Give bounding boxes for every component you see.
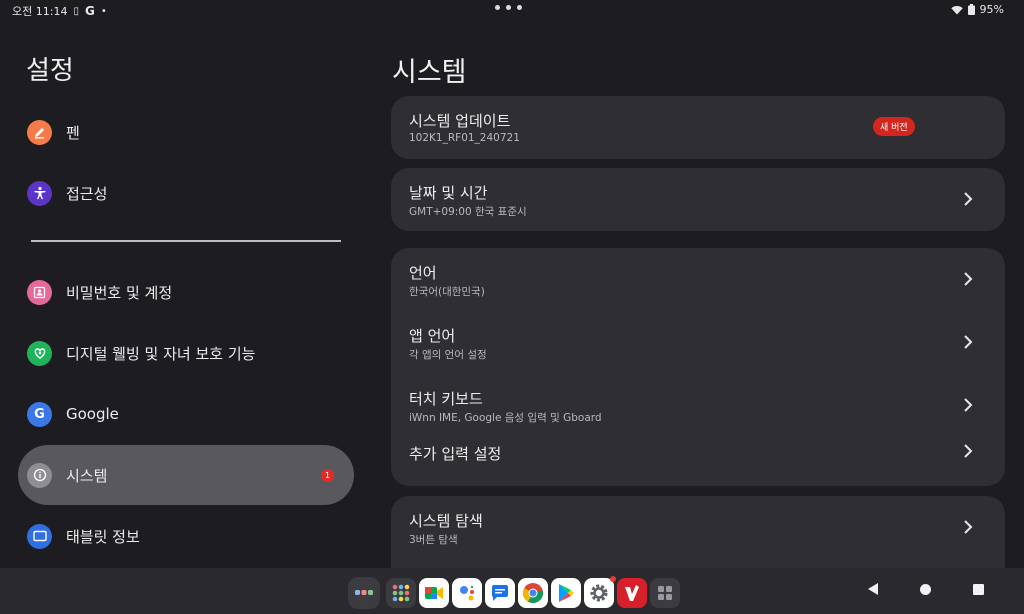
row-subtitle: 102K1_RF01_240721 <box>409 132 520 144</box>
wifi-icon <box>950 5 963 14</box>
info-icon <box>27 462 52 488</box>
row-title: 날짜 및 시간 <box>409 184 488 202</box>
row-subtitle: 한국어(대한민국) <box>409 286 485 298</box>
chevron-right-icon <box>964 192 973 206</box>
chrome-icon[interactable] <box>518 578 548 608</box>
system-navigation-card: 시스템 탐색 3버튼 탐색 <box>391 496 1005 568</box>
taskbar <box>0 568 1024 614</box>
sidebar-item-system[interactable]: 시스템 1 <box>18 445 354 505</box>
sidebar-item-label: 접근성 <box>66 184 108 203</box>
touch-keyboard-row[interactable]: 터치 키보드 iWnn IME, Google 음성 입력 및 Gboard <box>391 374 1005 437</box>
sidebar-item-pen[interactable]: 펜 <box>18 102 354 162</box>
sidebar-item-label: 시스템 <box>66 466 108 485</box>
sidebar-divider <box>31 240 341 242</box>
chevron-right-icon <box>964 335 973 349</box>
recents-button[interactable] <box>973 583 984 595</box>
sidebar-item-label: 펜 <box>66 123 80 142</box>
app-dock <box>348 576 680 609</box>
sidebar-item-digital-wellbeing[interactable]: 디지털 웰빙 및 자녀 보호 기능 <box>18 323 354 383</box>
row-subtitle: iWnn IME, Google 음성 입력 및 Gboard <box>409 412 602 424</box>
status-right: 95% <box>950 3 1004 16</box>
system-navigation-row[interactable]: 시스템 탐색 3버튼 탐색 <box>391 496 1005 559</box>
home-button[interactable] <box>920 583 931 595</box>
wellbeing-icon <box>27 340 52 366</box>
more-notifications-icon: • <box>100 5 107 17</box>
language-row[interactable]: 언어 한국어(대한민국) <box>391 248 1005 311</box>
sidebar-item-label: 비밀번호 및 계정 <box>66 283 173 302</box>
system-update-card: 시스템 업데이트 102K1_RF01_240721 새 버전 <box>391 96 1005 159</box>
meet-icon[interactable] <box>419 578 449 608</box>
system-update-row[interactable]: 시스템 업데이트 102K1_RF01_240721 새 버전 <box>391 96 1005 159</box>
all-apps-icon[interactable] <box>348 577 380 609</box>
notification-icon: ▯ <box>73 5 79 17</box>
page-title: 시스템 <box>392 57 467 88</box>
battery-icon <box>967 4 975 15</box>
row-title: 터치 키보드 <box>409 390 483 408</box>
chevron-right-icon <box>964 272 973 286</box>
status-left: 오전 11:14 ▯ G • <box>12 3 107 19</box>
notification-badge: 1 <box>321 469 334 482</box>
clock: 오전 11:14 <box>12 5 68 18</box>
notification-dot <box>610 576 616 582</box>
row-title: 앱 언어 <box>409 327 456 345</box>
app-grid-icon[interactable] <box>386 578 416 608</box>
chevron-right-icon <box>964 398 973 412</box>
play-store-icon[interactable] <box>551 578 581 608</box>
settings-icon[interactable] <box>584 576 616 608</box>
row-title: 언어 <box>409 264 437 282</box>
app-drawer-icon[interactable] <box>650 578 680 608</box>
sidebar-item-accessibility[interactable]: 접근성 <box>18 163 354 223</box>
row-subtitle: GMT+09:00 한국 표준시 <box>409 206 527 218</box>
additional-input-settings-row[interactable]: 추가 입력 설정 <box>391 437 1005 486</box>
app-v-icon[interactable] <box>617 578 647 608</box>
chevron-right-icon <box>964 444 973 458</box>
assistant-icon[interactable] <box>452 578 482 608</box>
app-language-row[interactable]: 앱 언어 각 앱의 언어 설정 <box>391 311 1005 374</box>
battery-level: 95% <box>979 3 1004 16</box>
date-time-card: 날짜 및 시간 GMT+09:00 한국 표준시 <box>391 168 1005 231</box>
messages-icon[interactable] <box>485 578 515 608</box>
navigation-buttons <box>868 583 984 595</box>
accessibility-icon <box>27 180 52 206</box>
settings-title: 설정 <box>26 56 74 86</box>
status-bar: 오전 11:14 ▯ G • 95% <box>0 0 1024 20</box>
sidebar-item-label: Google <box>66 405 119 423</box>
back-button[interactable] <box>868 583 878 595</box>
date-time-row[interactable]: 날짜 및 시간 GMT+09:00 한국 표준시 <box>391 168 1005 231</box>
tablet-icon <box>27 523 52 549</box>
pen-icon <box>27 119 52 145</box>
sidebar-item-google[interactable]: G Google <box>18 384 354 444</box>
google-icon: G <box>27 401 52 427</box>
row-subtitle: 3버튼 탐색 <box>409 534 458 546</box>
sidebar-item-label: 태블릿 정보 <box>66 527 140 546</box>
row-title: 추가 입력 설정 <box>409 445 502 463</box>
language-input-card: 언어 한국어(대한민국) 앱 언어 각 앱의 언어 설정 터치 키보드 iWnn… <box>391 248 1005 486</box>
sidebar-item-passwords-accounts[interactable]: 비밀번호 및 계정 <box>18 262 354 322</box>
row-title: 시스템 업데이트 <box>409 112 511 130</box>
chevron-right-icon <box>964 520 973 534</box>
sidebar-item-label: 디지털 웰빙 및 자녀 보호 기능 <box>66 344 256 363</box>
account-icon <box>27 279 52 305</box>
row-title: 시스템 탐색 <box>409 512 483 530</box>
row-subtitle: 각 앱의 언어 설정 <box>409 349 487 361</box>
new-version-badge: 새 버전 <box>873 117 915 136</box>
multitask-handle[interactable] <box>495 5 522 10</box>
sidebar-item-tablet-info[interactable]: 태블릿 정보 <box>18 506 354 566</box>
google-notification-icon: G <box>84 4 95 18</box>
